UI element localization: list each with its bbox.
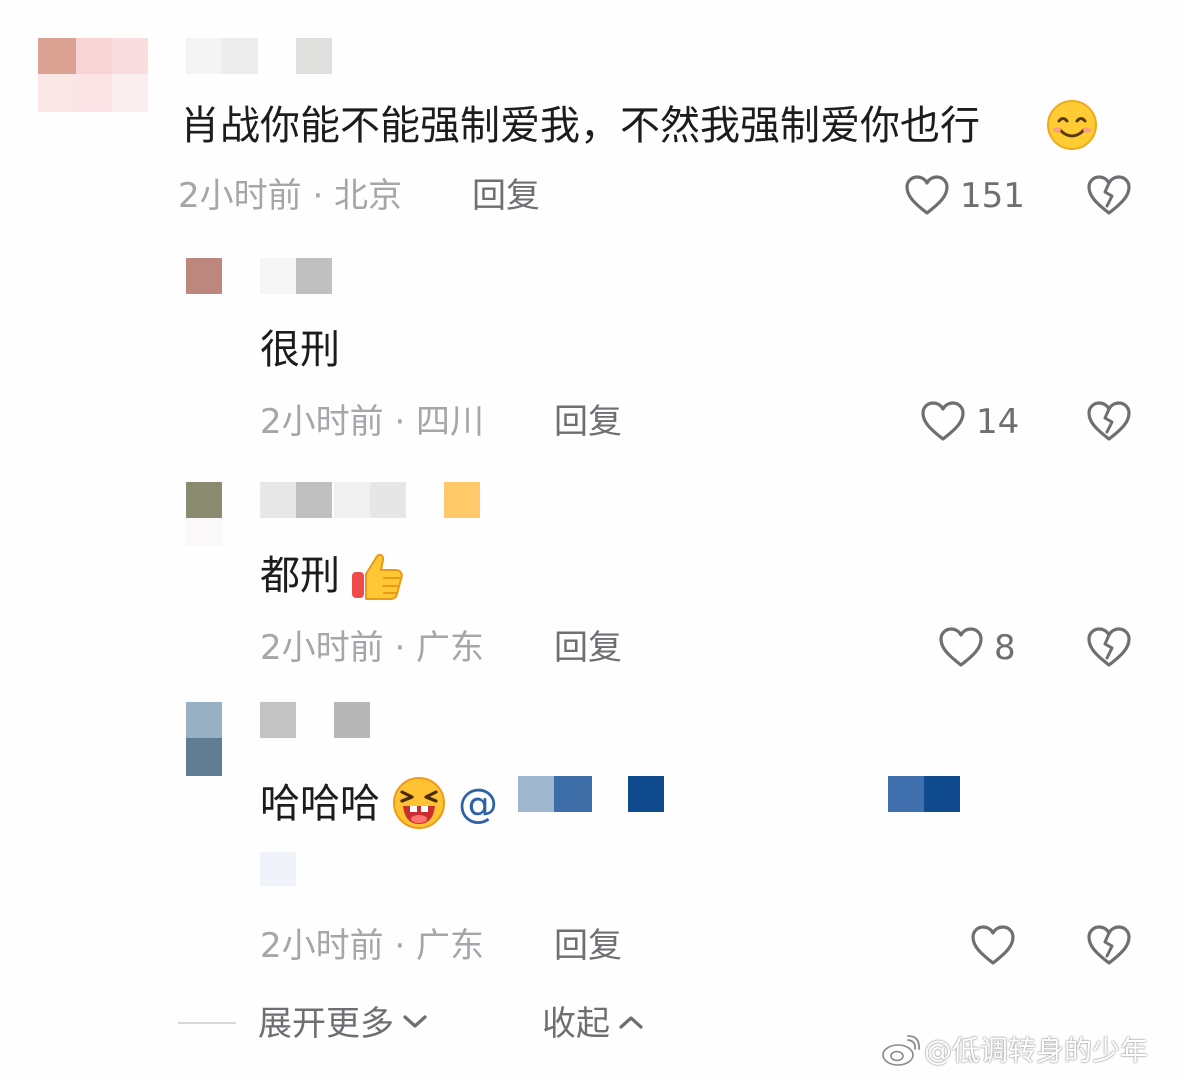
like-count: 151 xyxy=(960,176,1025,216)
chevron-down-icon xyxy=(402,1014,428,1034)
comment-thread: 肖战你能不能强制爱我，不然我强制爱你也行 2小时前 · 北京 回复 151 很刑… xyxy=(0,0,1182,1080)
comment-text: 很刑 xyxy=(260,327,340,373)
watermark: @低调转身的少年 xyxy=(924,1034,1149,1067)
smile-emoji-icon xyxy=(1044,100,1100,150)
broken-heart-icon[interactable] xyxy=(1086,626,1132,668)
comment-meta: 2小时前 · 广东 xyxy=(260,926,485,966)
expand-more-button[interactable]: 展开更多 xyxy=(258,1004,428,1044)
like-count: 8 xyxy=(994,628,1016,668)
collapse-button[interactable]: 收起 xyxy=(542,1004,644,1044)
heart-outline-icon[interactable] xyxy=(920,400,966,442)
laughing-emoji-icon xyxy=(390,776,448,834)
chevron-up-icon xyxy=(618,1014,644,1034)
heart-outline-icon[interactable] xyxy=(938,626,984,668)
reply-button[interactable]: 回复 xyxy=(472,176,540,216)
comment-text: 哈哈哈 xyxy=(260,781,380,827)
like-count: 14 xyxy=(976,402,1020,442)
broken-heart-icon[interactable] xyxy=(1086,924,1132,966)
comment-meta: 2小时前 · 北京 xyxy=(178,176,403,216)
weibo-logo-icon xyxy=(880,1034,920,1072)
comment-text: 肖战你能不能强制爱我，不然我强制爱你也行 xyxy=(180,103,980,149)
reply-button[interactable]: 回复 xyxy=(554,926,622,966)
mention-prefix[interactable]: @ xyxy=(458,780,498,828)
broken-heart-icon[interactable] xyxy=(1086,400,1132,442)
comment-meta: 2小时前 · 四川 xyxy=(260,402,485,442)
broken-heart-icon[interactable] xyxy=(1086,174,1132,216)
reply-button[interactable]: 回复 xyxy=(554,402,622,442)
comment-text: 都刑 xyxy=(260,553,340,599)
heart-outline-icon[interactable] xyxy=(970,924,1016,966)
divider xyxy=(178,1022,236,1024)
heart-outline-icon[interactable] xyxy=(904,174,950,216)
reply-button[interactable]: 回复 xyxy=(554,628,622,668)
thumbs-up-emoji-icon xyxy=(350,548,406,608)
expand-more-label: 展开更多 xyxy=(258,1004,394,1044)
comment-meta: 2小时前 · 广东 xyxy=(260,628,485,668)
collapse-label: 收起 xyxy=(542,1004,610,1044)
